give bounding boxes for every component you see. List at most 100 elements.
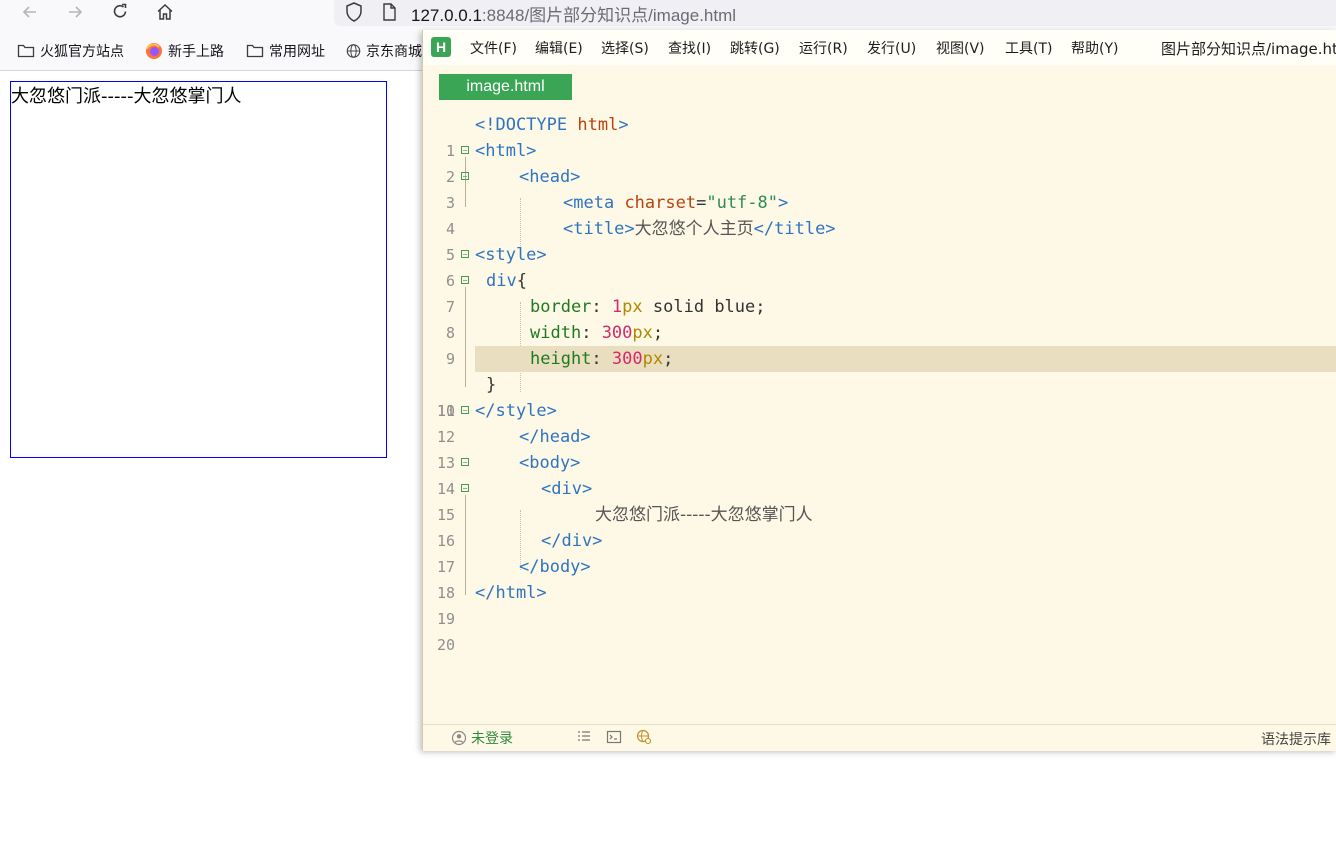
- back-button[interactable]: [17, 0, 43, 24]
- demo-div-text: 大忽悠门派-----大忽悠掌门人: [11, 86, 242, 107]
- browser-nav-bar: 127.0.0.1:8848/图片部分知识点/image.html: [0, 0, 1336, 32]
- bookmark-getting-started[interactable]: 新手上路: [145, 41, 224, 61]
- globe-translate-icon[interactable]: [636, 729, 652, 745]
- code-token: 大忽悠门派-----大忽悠掌门人: [595, 505, 813, 525]
- code-line-15: 15 − <div>: [423, 476, 1336, 524]
- fold-toggle-icon[interactable]: −: [461, 250, 469, 259]
- code-line-4: 4 <meta charset="utf-8">: [423, 190, 1336, 238]
- code-token: </head>: [519, 427, 591, 447]
- code-line-10: 10 height: 300px;: [423, 346, 1336, 420]
- folder-icon: [246, 44, 264, 58]
- list-icon[interactable]: [576, 729, 592, 745]
- code-token: <title>: [563, 219, 635, 239]
- code-line-16: 16 大忽悠门派-----大忽悠掌门人: [423, 502, 1336, 550]
- reload-icon: [113, 3, 127, 18]
- code-token: height: [530, 349, 592, 369]
- login-status[interactable]: 未登录: [451, 728, 513, 748]
- url-text[interactable]: 127.0.0.1:8848/图片部分知识点/image.html: [411, 1, 736, 26]
- code-token: </body>: [519, 557, 591, 577]
- login-status-label: 未登录: [471, 731, 513, 747]
- code-token: 300: [601, 323, 633, 343]
- code-token: px: [632, 323, 653, 343]
- code-token: px: [642, 349, 664, 369]
- code-token: border: [530, 297, 592, 317]
- code-token: <head>: [519, 167, 581, 187]
- editor-menu-bar: H 文件(F) 编辑(E) 选择(S) 查找(I) 跳转(G) 运行(R) 发行…: [423, 30, 1336, 65]
- fold-toggle-icon[interactable]: −: [461, 406, 469, 415]
- code-line-6: 6 − <style>: [423, 242, 1336, 290]
- code-line-8: 8 border: 1px solid blue;: [423, 294, 1336, 342]
- reload-button[interactable]: [107, 0, 133, 24]
- demo-div-box: 大忽悠门派-----大忽悠掌门人: [10, 81, 387, 458]
- code-token: "utf-8": [706, 193, 778, 213]
- fold-toggle-icon[interactable]: −: [461, 276, 469, 285]
- fold-toggle-icon[interactable]: −: [461, 172, 469, 181]
- editor-status-bar: 未登录 语法提示库: [423, 724, 1336, 751]
- code-token: <!DOCTYPE: [475, 115, 568, 135]
- bookmark-label: 火狐官方站点: [40, 44, 124, 60]
- forward-button[interactable]: [62, 0, 88, 24]
- menu-tools[interactable]: 工具(T): [1005, 38, 1052, 58]
- menu-run[interactable]: 运行(R): [799, 38, 848, 58]
- code-line-20: 20: [423, 606, 1336, 654]
- code-line-12: 12 − </style>: [423, 398, 1336, 446]
- fold-toggle-icon[interactable]: −: [461, 458, 469, 467]
- firefox-icon: [146, 43, 162, 59]
- url-path: :8848/图片部分知识点/image.html: [481, 6, 737, 25]
- code-token: <meta: [563, 193, 615, 213]
- menu-view[interactable]: 视图(V): [936, 38, 985, 58]
- code-token: <body>: [519, 453, 581, 473]
- code-token: div: [486, 271, 517, 291]
- terminal-icon[interactable]: [606, 729, 622, 745]
- bookmark-common-sites[interactable]: 常用网址: [246, 41, 325, 61]
- menu-goto[interactable]: 跳转(G): [730, 38, 780, 58]
- fold-toggle-icon[interactable]: −: [461, 146, 469, 155]
- code-token: 300: [611, 349, 643, 369]
- globe-icon: [346, 44, 361, 58]
- code-token: >: [778, 193, 789, 213]
- menu-help[interactable]: 帮助(Y): [1071, 38, 1118, 58]
- bookmark-label: 新手上路: [168, 44, 224, 60]
- shield-icon[interactable]: [344, 1, 364, 23]
- code-token: <html>: [475, 141, 537, 161]
- hbuilder-logo-icon: H: [431, 37, 451, 57]
- code-area[interactable]: 1 <!DOCTYPE html> 2 − <html> 3 − <head> …: [423, 110, 1336, 710]
- code-token: width: [530, 323, 582, 343]
- code-token: html: [577, 115, 619, 135]
- bookmark-jd[interactable]: 京东商城: [346, 41, 422, 61]
- menu-edit[interactable]: 编辑(E): [535, 38, 583, 58]
- fold-toggle-icon[interactable]: −: [461, 484, 469, 493]
- code-line-3: 3 − <head>: [423, 164, 1336, 212]
- editor-tab-strip: image.html: [423, 65, 1336, 100]
- code-token: </html>: [475, 583, 547, 603]
- bookmark-firefox-site[interactable]: 火狐官方站点: [17, 41, 124, 61]
- code-token: :: [591, 297, 602, 317]
- code-token: :: [591, 349, 602, 369]
- code-token: >: [618, 115, 629, 135]
- code-token: 1: [611, 297, 623, 317]
- menu-file[interactable]: 文件(F): [470, 38, 517, 58]
- code-token: ;: [663, 349, 674, 369]
- menu-publish[interactable]: 发行(U): [867, 38, 916, 58]
- user-icon: [451, 730, 467, 746]
- code-line-5: 5 <title>大忽悠个人主页</title>: [423, 216, 1336, 264]
- code-line-7: 7 − div{: [423, 268, 1336, 316]
- menu-select[interactable]: 选择(S): [601, 38, 649, 58]
- code-token: 大忽悠个人主页: [634, 219, 754, 239]
- home-icon: [157, 3, 173, 20]
- code-token: </title>: [753, 219, 836, 239]
- bookmark-label: 京东商城: [366, 44, 422, 60]
- code-line-13: 13 </head>: [423, 424, 1336, 472]
- page-icon[interactable]: [380, 2, 398, 22]
- code-token: {: [516, 271, 527, 291]
- forward-arrow-icon: [69, 6, 83, 18]
- menu-find[interactable]: 查找(I): [668, 38, 711, 58]
- tab-image-html[interactable]: image.html: [439, 74, 572, 100]
- code-token: =: [696, 193, 707, 213]
- code-token: <div>: [541, 479, 593, 499]
- home-button[interactable]: [152, 0, 178, 24]
- code-line-9: 9 width: 300px;: [423, 320, 1336, 368]
- code-token: ;: [652, 323, 664, 343]
- syntax-library-link[interactable]: 语法提示库: [1261, 729, 1331, 749]
- code-token: }: [486, 375, 497, 395]
